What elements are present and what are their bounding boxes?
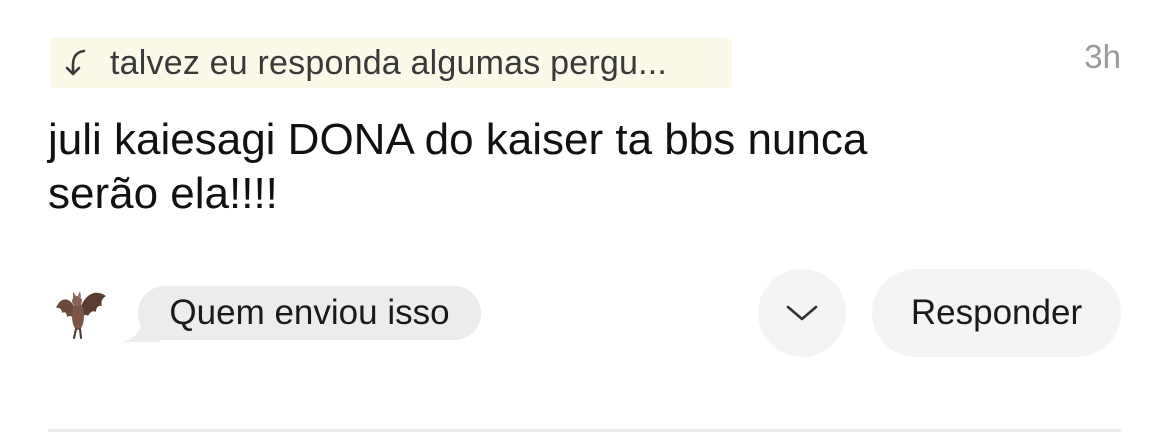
who-sent-this-label: Quem enviou isso (169, 293, 450, 332)
reply-arrow-icon (65, 49, 86, 76)
message-body: juli kaiesagi DONA do kaiser ta bbs nunc… (48, 113, 1008, 221)
message-timestamp: 3h (1084, 38, 1121, 75)
more-options-button[interactable] (758, 269, 846, 357)
divider (48, 429, 1121, 432)
message-line-2: serão ela!!!! (48, 169, 278, 218)
who-sent-this-button[interactable]: Quem enviou isso (138, 286, 481, 340)
reply-button-label: Responder (910, 293, 1083, 332)
bat-emoji-icon (56, 291, 106, 339)
message-line-1: juli kaiesagi DONA do kaiser ta bbs nunc… (48, 115, 868, 164)
chevron-down-icon (786, 305, 818, 321)
replied-question-snippet[interactable]: talvez eu responda algumas pergu... (50, 38, 732, 88)
replied-question-text: talvez eu responda algumas pergu... (110, 43, 668, 82)
reply-button[interactable]: Responder (872, 269, 1121, 357)
